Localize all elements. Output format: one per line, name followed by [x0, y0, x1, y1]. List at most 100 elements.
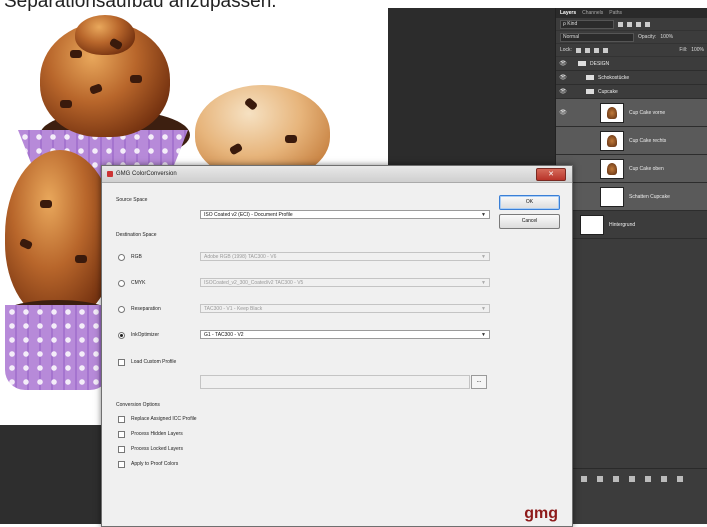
- canvas-pasteboard-bottom: [0, 425, 110, 524]
- opacity-label: Opacity:: [638, 34, 657, 40]
- layer-name: Schokostücke: [598, 74, 630, 81]
- process-locked-checkbox[interactable]: [118, 446, 125, 453]
- visibility-eye-icon[interactable]: 👁: [556, 60, 570, 67]
- layer-cup-cake-vorne[interactable]: 👁 Cup Cake vorne: [556, 99, 707, 127]
- color-conversion-dialog: GMG ColorConversion ✕ Source Space ISO C…: [101, 165, 573, 527]
- tab-layers[interactable]: Layers: [560, 10, 576, 16]
- filter-shape-icon[interactable]: [645, 21, 650, 27]
- lock-position-icon[interactable]: [593, 47, 599, 53]
- layer-cup-cake-rechts[interactable]: Cup Cake rechts: [556, 127, 707, 155]
- layer-cup-cake-oben[interactable]: Cup Cake oben: [556, 155, 707, 183]
- layer-group-cupcake[interactable]: 👁 Cupcake: [556, 85, 707, 99]
- layer-group-schokostuecke[interactable]: 👁 Schokostücke: [556, 71, 707, 85]
- dialog-title: GMG ColorConversion: [116, 171, 177, 177]
- layer-hintergrund[interactable]: Hintergrund: [556, 211, 707, 239]
- rgb-label: RGB: [131, 254, 142, 260]
- folder-icon: [586, 75, 594, 80]
- filter-adjustment-icon[interactable]: [627, 21, 632, 27]
- dropdown-arrow-icon: ▼: [481, 332, 486, 338]
- visibility-eye-icon[interactable]: 👁: [556, 74, 570, 81]
- app-icon: [107, 171, 113, 177]
- source-space-select[interactable]: ISO Coated v2 (ECI) - Document Profile ▼: [200, 210, 490, 219]
- reseparation-label: Reseparation: [131, 306, 161, 312]
- apply-proof-checkbox[interactable]: [118, 461, 125, 468]
- adjustment-layer-icon[interactable]: [629, 476, 635, 482]
- visibility-eye-icon[interactable]: 👁: [556, 109, 570, 116]
- fill-label: Fill:: [679, 47, 688, 53]
- reseparation-profile-value: TAC300 - V1 - Keep Black: [204, 306, 263, 312]
- reseparation-profile-select[interactable]: TAC300 - V1 - Keep Black ▼: [200, 304, 490, 313]
- filter-pixel-icon[interactable]: [618, 21, 623, 27]
- layer-name: Cup Cake rechts: [629, 137, 667, 144]
- cancel-button[interactable]: Cancel: [499, 214, 560, 229]
- custom-profile-path-field[interactable]: [200, 375, 470, 389]
- destination-space-label: Destination Space: [116, 232, 157, 238]
- close-button[interactable]: ✕: [536, 168, 566, 181]
- layer-name: DESIGN: [590, 60, 610, 67]
- lock-all-icon[interactable]: [602, 47, 608, 53]
- dropdown-arrow-icon: ▼: [481, 212, 486, 218]
- process-hidden-label: Process Hidden Layers: [131, 431, 183, 437]
- tab-paths[interactable]: Paths: [609, 10, 622, 16]
- source-space-label: Source Space: [116, 197, 148, 203]
- inkoptimizer-radio[interactable]: [118, 332, 125, 339]
- conversion-options-label: Conversion Options: [116, 402, 160, 408]
- rgb-profile-value: Adobe RGB (1998) TAC300 - V6: [204, 254, 277, 260]
- inkoptimizer-profile-value: G1 - TAC300 - V2: [204, 332, 244, 338]
- caption-text: Separationsaufbau anzupassen.: [4, 0, 277, 12]
- dropdown-arrow-icon: ▼: [481, 280, 486, 286]
- layer-name: Schatten Cupcake: [629, 193, 670, 200]
- cmyk-profile-select[interactable]: ISOCoated_v2_300_Coated/v2 TAC300 - V5 ▼: [200, 278, 490, 287]
- layer-schatten-cupcake[interactable]: Schatten Cupcake: [556, 183, 707, 211]
- gmg-logo: gmg: [524, 505, 558, 522]
- layer-name: Hintergrund: [609, 221, 636, 228]
- layer-thumbnail: [600, 130, 624, 151]
- tab-channels[interactable]: Channels: [582, 10, 603, 16]
- layer-filter-select[interactable]: ρ Kind: [560, 19, 614, 29]
- fx-icon[interactable]: [597, 476, 603, 482]
- layer-thumbnail: [580, 214, 604, 235]
- filter-type-icon[interactable]: [636, 21, 641, 27]
- cmyk-profile-value: ISOCoated_v2_300_Coated/v2 TAC300 - V5: [204, 280, 304, 286]
- folder-icon: [578, 61, 586, 66]
- fill-value[interactable]: 100%: [691, 47, 704, 53]
- ok-button[interactable]: OK: [499, 195, 560, 210]
- process-hidden-checkbox[interactable]: [118, 431, 125, 438]
- new-group-icon[interactable]: [645, 476, 651, 482]
- layer-thumbnail: [600, 102, 624, 123]
- dropdown-arrow-icon: ▼: [481, 254, 486, 260]
- lock-transparency-icon[interactable]: [575, 47, 581, 53]
- reseparation-radio[interactable]: [118, 306, 125, 313]
- new-layer-icon[interactable]: [661, 476, 667, 482]
- layer-group-design[interactable]: 👁 DESIGN: [556, 57, 707, 71]
- add-mask-icon[interactable]: [613, 476, 619, 482]
- load-custom-profile-checkbox[interactable]: [118, 359, 125, 366]
- layer-name: Cupcake: [598, 88, 618, 95]
- apply-proof-label: Apply to Proof Colors: [131, 461, 179, 467]
- layers-panel-footer: [556, 468, 707, 489]
- process-locked-label: Process Locked Layers: [131, 446, 183, 452]
- browse-button[interactable]: ...: [471, 375, 487, 389]
- blend-mode-select[interactable]: Normal: [560, 32, 634, 42]
- layers-panel: Layers Channels Paths ρ Kind Normal Opac…: [555, 8, 707, 524]
- rgb-radio[interactable]: [118, 254, 125, 261]
- layer-thumbnail: [600, 158, 624, 179]
- layer-name: Cup Cake oben: [629, 165, 664, 172]
- link-layers-icon[interactable]: [581, 476, 587, 482]
- visibility-eye-icon[interactable]: 👁: [556, 88, 570, 95]
- opacity-value[interactable]: 100%: [660, 34, 673, 40]
- cmyk-label: CMYK: [131, 280, 146, 286]
- replace-icc-checkbox[interactable]: [118, 416, 125, 423]
- rgb-profile-select[interactable]: Adobe RGB (1998) TAC300 - V6 ▼: [200, 252, 490, 261]
- lock-pixels-icon[interactable]: [584, 47, 590, 53]
- cmyk-radio[interactable]: [118, 280, 125, 287]
- dropdown-arrow-icon: ▼: [481, 306, 486, 312]
- dialog-titlebar[interactable]: GMG ColorConversion ✕: [102, 166, 572, 183]
- panel-tabs: Layers Channels Paths: [556, 8, 707, 18]
- layer-thumbnail: [600, 186, 624, 207]
- source-space-value: ISO Coated v2 (ECI) - Document Profile: [204, 212, 293, 218]
- folder-icon: [586, 89, 594, 94]
- trash-icon[interactable]: [677, 476, 683, 482]
- layer-name: Cup Cake vorne: [629, 109, 666, 116]
- inkoptimizer-profile-select[interactable]: G1 - TAC300 - V2 ▼: [200, 330, 490, 339]
